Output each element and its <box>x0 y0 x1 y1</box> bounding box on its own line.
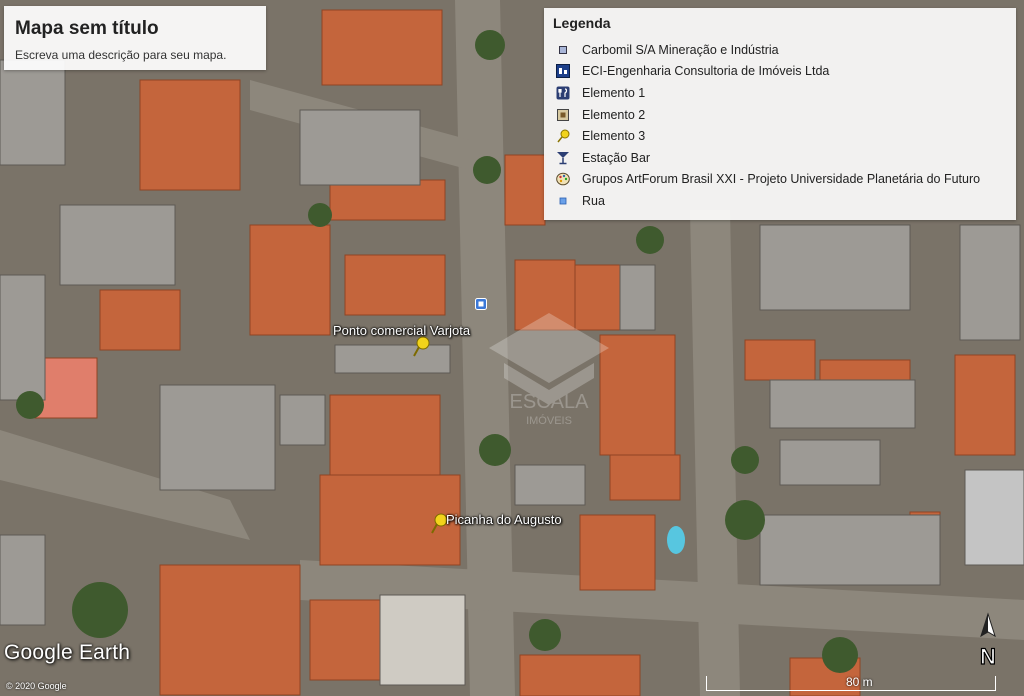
legend-item-label: Elemento 3 <box>582 129 646 144</box>
map-title-panel: Mapa sem título Escreva uma descrição pa… <box>4 6 266 70</box>
legend-item[interactable]: Rua <box>556 190 980 212</box>
legend-item[interactable]: ECI-Engenharia Consultoria de Imóveis Lt… <box>556 61 980 83</box>
legend-title: Legenda <box>553 15 611 31</box>
legend-item-label: Elemento 1 <box>582 85 646 100</box>
scale-label: 80 m <box>846 675 873 689</box>
legend-item-label: Estação Bar <box>582 150 651 165</box>
map-title[interactable]: Mapa sem título <box>15 18 159 40</box>
street-marker-icon[interactable] <box>475 298 487 310</box>
small-square-icon <box>556 43 570 57</box>
compass-letter: N <box>980 644 996 669</box>
map-description[interactable]: Escreva uma descrição para seu mapa. <box>15 48 226 62</box>
place-label-ponto-comercial[interactable]: Ponto comercial Varjota <box>333 323 470 338</box>
legend-list: Carbomil S/A Mineração e Indústria ECI-E… <box>556 39 980 212</box>
legend-panel: Legenda Carbomil S/A Mineração e Indústr… <box>544 8 1016 220</box>
square-marker-icon <box>556 108 570 122</box>
legend-item-label: Rua <box>582 193 605 208</box>
legend-item-label: Carbomil S/A Mineração e Indústria <box>582 42 779 57</box>
watermark-logo: ESCALA IMÓVEIS <box>489 313 609 427</box>
legend-item-label: ECI-Engenharia Consultoria de Imóveis Lt… <box>582 64 830 79</box>
legend-item[interactable]: Carbomil S/A Mineração e Indústria <box>556 39 980 61</box>
copyright-text: © 2020 Google <box>6 681 67 691</box>
blue-dot-icon <box>556 194 570 208</box>
north-compass-icon[interactable]: N <box>973 612 1003 670</box>
restaurant-icon <box>556 86 570 100</box>
yellow-pushpin-icon[interactable] <box>412 336 430 358</box>
legend-item-label: Elemento 2 <box>582 107 646 122</box>
watermark-subtext: IMÓVEIS <box>526 414 572 427</box>
legend-item[interactable]: Grupos ArtForum Brasil XXI - Projeto Uni… <box>556 169 980 191</box>
legend-item[interactable]: Elemento 2 <box>556 104 980 126</box>
palette-icon <box>556 172 570 186</box>
place-label-picanha[interactable]: Picanha do Augusto <box>446 512 562 527</box>
yellow-pushpin-icon <box>556 129 570 143</box>
google-earth-logo: Google Earth <box>4 641 131 664</box>
legend-item[interactable]: Elemento 1 <box>556 82 980 104</box>
legend-item[interactable]: Estação Bar <box>556 147 980 169</box>
legend-item-label: Grupos ArtForum Brasil XXI - Projeto Uni… <box>582 172 981 187</box>
building-icon <box>556 64 570 79</box>
legend-item[interactable]: Elemento 3 <box>556 125 980 147</box>
bar-glass-icon <box>556 151 570 165</box>
watermark-text: ESCALA <box>510 391 590 413</box>
